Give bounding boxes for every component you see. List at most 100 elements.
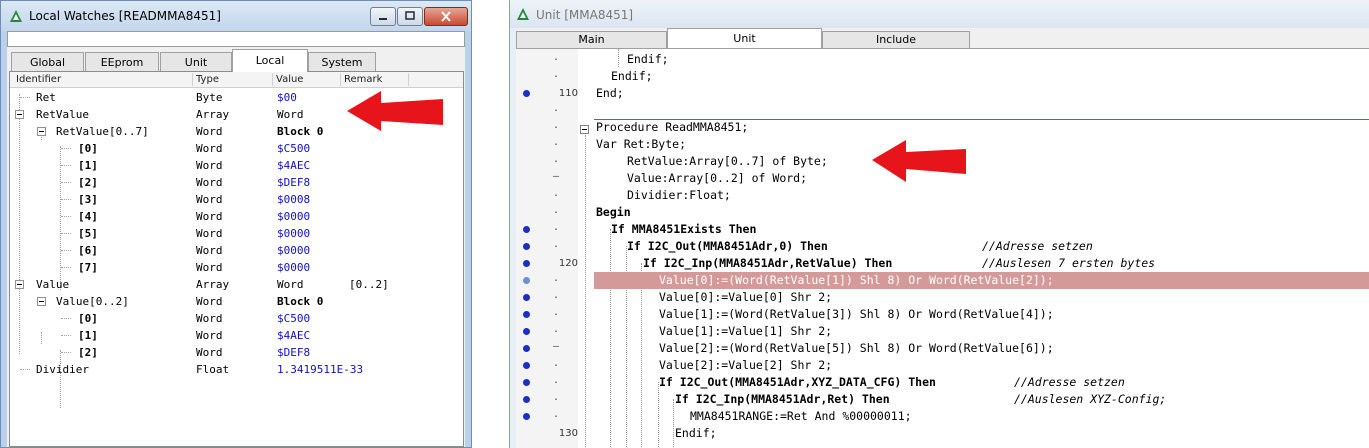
- code-line-current[interactable]: . Value[0]:=(Word(RetValue[1]) Shl 8) Or…: [516, 272, 1369, 289]
- tree-row[interactable]: [5] Word $0000: [10, 225, 463, 242]
- maximize-button[interactable]: [397, 7, 423, 26]
- column-header-type[interactable]: Type: [196, 74, 219, 85]
- tab-global[interactable]: Global: [11, 52, 84, 72]
- tree-row[interactable]: [2] Word $DEF8: [10, 344, 463, 361]
- code-line[interactable]: . Value[1]:=Value[1] Shr 2;: [516, 323, 1369, 340]
- code-line[interactable]: . Procedure ReadMMA8451;: [516, 119, 1369, 136]
- row-type: Word: [196, 142, 223, 155]
- breakpoint-dot-icon[interactable]: [523, 294, 530, 301]
- code-comment: //Auslesen 7 ersten bytes: [982, 256, 1156, 270]
- code-comment: //Adresse setzen: [982, 239, 1093, 253]
- tree-row[interactable]: [0] Word $C500: [10, 310, 463, 327]
- code-line[interactable]: . Endif;: [516, 68, 1369, 85]
- code-editor[interactable]: . Endif; . Endif; 110 End; . . Procedure…: [516, 48, 1369, 448]
- collapse-toggle-icon[interactable]: [37, 297, 46, 306]
- code-line[interactable]: . Value[0]:=Value[0] Shr 2;: [516, 289, 1369, 306]
- app-logo-icon: [516, 7, 530, 21]
- unit-editor-titlebar[interactable]: Unit [MMA8451]: [510, 0, 1369, 28]
- tree-row[interactable]: Value Array Word [0..2]: [10, 276, 463, 293]
- row-identifier: [3]: [78, 193, 98, 206]
- breakpoint-dot-icon[interactable]: [523, 413, 530, 420]
- row-type: Word: [196, 176, 223, 189]
- row-type: Word: [196, 312, 223, 325]
- table-header: Identifier Type Value Remark: [10, 72, 463, 88]
- code-line[interactable]: . If I2C_Inp(MMA8451Adr,Ret) Then //Ausl…: [516, 391, 1369, 408]
- code-line[interactable]: . If I2C_Out(MMA8451Adr,0) Then //Adress…: [516, 238, 1369, 255]
- row-identifier: [1]: [78, 329, 98, 342]
- breakpoint-dot-icon[interactable]: [523, 226, 530, 233]
- tree-row[interactable]: [6] Word $0000: [10, 242, 463, 259]
- line-marker: .: [552, 273, 560, 284]
- row-value: $0000: [277, 244, 311, 257]
- breakpoint-dot-icon[interactable]: [523, 396, 530, 403]
- code-line[interactable]: .: [516, 102, 1369, 119]
- row-identifier: [0]: [78, 142, 98, 155]
- tab-unit[interactable]: Unit: [667, 28, 822, 48]
- code-line[interactable]: . Begin: [516, 204, 1369, 221]
- line-marker: .: [552, 358, 560, 369]
- red-arrow-icon: [872, 140, 966, 182]
- code-line[interactable]: . If I2C_Out(MMA8451Adr,XYZ_DATA_CFG) Th…: [516, 374, 1369, 391]
- row-value: Word: [277, 278, 304, 291]
- tree-row[interactable]: Dividier Float 1.3419511E-33: [10, 361, 463, 378]
- column-header-value[interactable]: Value: [276, 74, 303, 85]
- code-line[interactable]: 130 Endif;: [516, 425, 1369, 442]
- watch-input-field[interactable]: [7, 31, 465, 47]
- code-line[interactable]: 110 End;: [516, 85, 1369, 102]
- code-text: RetValue:Array[0..7] of Byte;: [627, 154, 828, 168]
- breakpoint-dot-icon[interactable]: [523, 90, 530, 97]
- code-line[interactable]: . Value[2]:=Value[2] Shr 2;: [516, 357, 1369, 374]
- breakpoint-dot-icon[interactable]: [523, 345, 530, 352]
- code-line[interactable]: . If MMA8451Exists Then: [516, 221, 1369, 238]
- line-marker: .: [552, 103, 560, 114]
- code-line[interactable]: . Endif;: [516, 51, 1369, 68]
- column-header-identifier[interactable]: Identifier: [16, 74, 61, 85]
- code-text: Begin: [596, 205, 631, 219]
- close-button[interactable]: [424, 7, 468, 26]
- tree-row[interactable]: [4] Word $0000: [10, 208, 463, 225]
- code-line[interactable]: – Value[2]:=(Word(RetValue[5]) Shl 8) Or…: [516, 340, 1369, 357]
- tree-row[interactable]: Value[0..2] Word Block 0: [10, 293, 463, 310]
- line-marker: .: [552, 307, 560, 318]
- breakpoint-dot-icon[interactable]: [523, 328, 530, 335]
- code-text: Procedure ReadMMA8451;: [596, 120, 749, 134]
- code-line[interactable]: 120 If I2C_Inp(MMA8451Adr,RetValue) Then…: [516, 255, 1369, 272]
- code-text: MMA8451RANGE:=Ret And %00000011;: [690, 409, 912, 423]
- breakpoint-dot-icon[interactable]: [523, 379, 530, 386]
- collapse-toggle-icon[interactable]: [37, 127, 46, 136]
- row-type: Array: [196, 278, 230, 291]
- tree-row[interactable]: [1] Word $4AEC: [10, 327, 463, 344]
- code-line[interactable]: . MMA8451RANGE:=Ret And %00000011;: [516, 408, 1369, 425]
- tree-row[interactable]: [1] Word $4AEC: [10, 157, 463, 174]
- tab-system[interactable]: System: [308, 52, 376, 72]
- code-text: If I2C_Inp(MMA8451Adr,RetValue) Then: [643, 256, 893, 270]
- local-watches-titlebar[interactable]: Local Watches [READMMA8451]: [1, 1, 471, 31]
- row-identifier: [2]: [78, 346, 98, 359]
- row-value: $0000: [277, 261, 311, 274]
- row-value: $0000: [277, 210, 311, 223]
- row-type: Word: [196, 159, 223, 172]
- tab-eeprom[interactable]: EEprom: [85, 52, 159, 72]
- tree-row[interactable]: [3] Word $0008: [10, 191, 463, 208]
- column-header-remark[interactable]: Remark: [344, 74, 382, 85]
- row-value: $0000: [277, 227, 311, 240]
- breakpoint-dot-icon[interactable]: [523, 243, 530, 250]
- collapse-toggle-icon[interactable]: [15, 280, 24, 289]
- breakpoint-dot-icon[interactable]: [523, 260, 530, 267]
- tab-main[interactable]: Main: [516, 31, 667, 48]
- row-type: Array: [196, 108, 230, 121]
- code-line[interactable]: . Value[1]:=(Word(RetValue[3]) Shl 8) Or…: [516, 306, 1369, 323]
- code-text: Value[2]:=(Word(RetValue[5]) Shl 8) Or W…: [659, 341, 1054, 355]
- tab-local[interactable]: Local: [232, 49, 308, 72]
- minimize-button[interactable]: [370, 7, 396, 26]
- code-line[interactable]: . Dividier:Float;: [516, 187, 1369, 204]
- collapse-toggle-icon[interactable]: [15, 110, 24, 119]
- breakpoint-dot-icon[interactable]: [523, 362, 530, 369]
- tab-include[interactable]: Include: [822, 31, 970, 48]
- tree-row[interactable]: [2] Word $DEF8: [10, 174, 463, 191]
- breakpoint-dot-icon[interactable]: [523, 311, 530, 318]
- tree-row[interactable]: [0] Word $C500: [10, 140, 463, 157]
- execution-pointer-icon[interactable]: [523, 277, 530, 284]
- tree-row[interactable]: [7] Word $0000: [10, 259, 463, 276]
- tab-unit[interactable]: Unit: [160, 52, 232, 72]
